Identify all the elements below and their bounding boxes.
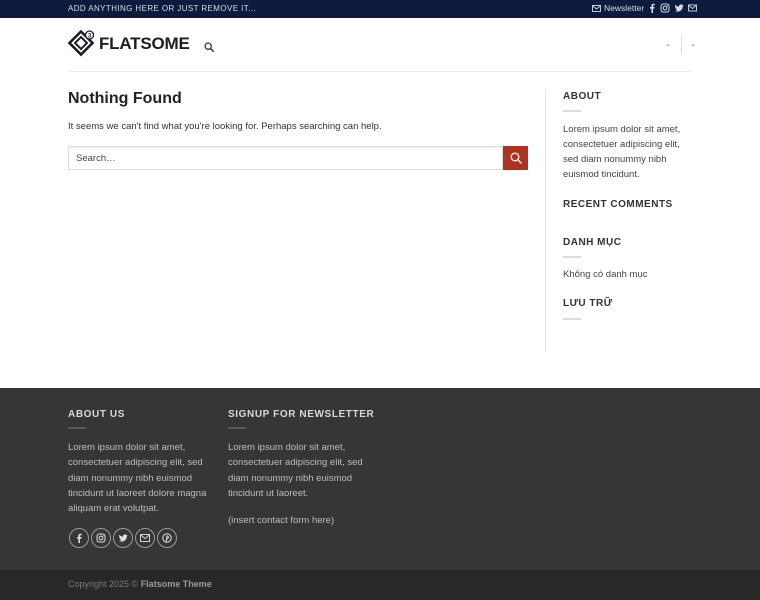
page-description: It seems we can't find what you're looki… xyxy=(68,121,382,132)
search-input[interactable] xyxy=(69,147,502,169)
search-icon xyxy=(204,42,214,52)
footer-socials xyxy=(69,528,177,548)
email-icon xyxy=(140,534,150,542)
sidebar-about-title: ABOUT xyxy=(563,91,602,102)
instagram-icon[interactable] xyxy=(660,3,670,13)
sidebar-divider xyxy=(545,90,546,352)
footer-twitter-link[interactable] xyxy=(113,528,133,548)
topbar-message: ADD ANYTHING HERE OR JUST REMOVE IT... xyxy=(68,4,256,13)
sidebar-categories-title: DANH MỤC xyxy=(563,237,622,248)
mail-icon xyxy=(592,4,601,12)
footer-facebook-link[interactable] xyxy=(69,528,89,548)
footer-instagram-link[interactable] xyxy=(91,528,111,548)
logo-text: FLATSOME xyxy=(99,33,190,53)
copyright-text: Copyright 2025 © xyxy=(68,579,141,589)
copyright-brand-link[interactable]: Flatsome Theme xyxy=(141,579,212,589)
footer-title-underline xyxy=(228,427,246,429)
top-bar: ADD ANYTHING HERE OR JUST REMOVE IT... N… xyxy=(0,0,760,18)
newsletter-label: Newsletter xyxy=(604,3,645,13)
footer-contact-placeholder: (insert contact form here) xyxy=(228,515,335,526)
header-right-nav: - - xyxy=(666,36,695,54)
header-divider xyxy=(68,71,692,72)
site-header: 3 FLATSOME - - xyxy=(0,18,760,72)
newsletter-link[interactable]: Newsletter xyxy=(592,3,644,13)
twitter-icon[interactable] xyxy=(674,3,684,13)
footer-title-underline xyxy=(68,427,86,429)
search-form xyxy=(68,146,503,170)
footer-newsletter-text: Lorem ipsum dolor sit amet, consectetuer… xyxy=(228,442,363,499)
logo-icon: 3 xyxy=(68,30,95,57)
email-icon[interactable] xyxy=(688,3,697,13)
instagram-icon xyxy=(96,533,106,543)
header-search-button[interactable] xyxy=(204,39,214,57)
sidebar-about-text: Lorem ipsum dolor sit amet, consectetuer… xyxy=(563,124,681,180)
copyright: Copyright 2025 © Flatsome Theme xyxy=(68,579,212,589)
header-nav-item-1[interactable]: - xyxy=(666,40,669,51)
sidebar-archives-title: LƯU TRỮ xyxy=(563,298,613,309)
sidebar-title-underline xyxy=(563,318,581,320)
footer-newsletter-title: SIGNUP FOR NEWSLETTER xyxy=(228,409,375,420)
footer-bottom-bar: Copyright 2025 © Flatsome Theme xyxy=(0,570,760,600)
sidebar-recent-comments-title: RECENT COMMENTS xyxy=(563,199,673,210)
facebook-icon[interactable] xyxy=(648,3,656,13)
search-icon xyxy=(510,152,522,164)
pinterest-icon xyxy=(162,533,172,543)
facebook-icon xyxy=(77,533,82,543)
sidebar-title-underline xyxy=(563,110,581,112)
footer-about-text: Lorem ipsum dolor sit amet, consectetuer… xyxy=(68,442,207,515)
footer-email-link[interactable] xyxy=(135,528,155,548)
twitter-icon xyxy=(118,534,128,542)
header-nav-divider xyxy=(681,36,683,54)
footer-pinterest-link[interactable] xyxy=(157,528,177,548)
site-logo[interactable]: 3 FLATSOME xyxy=(68,30,190,57)
header-nav-item-2[interactable]: - xyxy=(691,40,694,51)
sidebar-categories-empty: Không có danh mục xyxy=(563,269,648,280)
search-submit-button[interactable] xyxy=(503,146,528,170)
page-title: Nothing Found xyxy=(68,90,182,107)
topbar-socials xyxy=(648,3,697,13)
sidebar-title-underline xyxy=(563,256,581,258)
footer-about-title: ABOUT US xyxy=(68,409,126,420)
